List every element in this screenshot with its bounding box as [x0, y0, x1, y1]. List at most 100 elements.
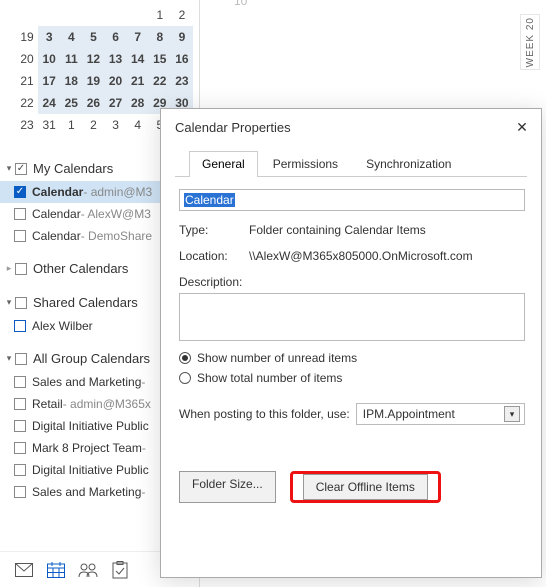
calendar-checkbox[interactable]: [14, 320, 26, 332]
day-cell[interactable]: 3: [105, 114, 127, 136]
clear-offline-items-button[interactable]: Clear Offline Items: [303, 474, 428, 500]
radio-icon: [179, 352, 191, 364]
chevron-down-icon: ▾: [504, 406, 520, 422]
tasks-icon[interactable]: [104, 556, 136, 584]
day-cell[interactable]: 25: [60, 92, 82, 114]
tab-permissions[interactable]: Permissions: [260, 151, 351, 177]
day-cell[interactable]: 11: [60, 48, 82, 70]
day-cell[interactable]: 1: [149, 4, 171, 26]
day-cell[interactable]: 14: [127, 48, 149, 70]
location-value: \\AlexW@M365x805000.OnMicrosoft.com: [249, 249, 525, 263]
group-label: Shared Calendars: [33, 295, 138, 310]
calendar-checkbox[interactable]: [14, 230, 26, 242]
folder-size-button[interactable]: Folder Size...: [179, 471, 276, 503]
day-cell[interactable]: [127, 4, 149, 26]
calendar-label: Sales and Marketing: [32, 485, 141, 499]
day-label: 10: [234, 0, 247, 8]
calendar-suffix: -: [142, 441, 146, 455]
week-number: [16, 4, 38, 26]
group-checkbox[interactable]: [15, 163, 27, 175]
day-cell[interactable]: 27: [105, 92, 127, 114]
day-cell[interactable]: 7: [127, 26, 149, 48]
week-number: 22: [16, 92, 38, 114]
calendar-label: Retail: [32, 397, 63, 411]
day-cell[interactable]: 24: [38, 92, 60, 114]
day-cell[interactable]: 3: [38, 26, 60, 48]
day-cell[interactable]: 26: [82, 92, 104, 114]
calendar-checkbox[interactable]: [14, 186, 26, 198]
calendar-suffix: - AlexW@M3: [81, 207, 151, 221]
day-cell[interactable]: 16: [171, 48, 193, 70]
calendar-checkbox[interactable]: [14, 208, 26, 220]
calendar-checkbox[interactable]: [14, 464, 26, 476]
calendar-icon[interactable]: [40, 556, 72, 584]
day-cell[interactable]: 23: [171, 70, 193, 92]
tab-general[interactable]: General: [189, 151, 258, 177]
radio-label: Show number of unread items: [197, 351, 357, 365]
day-cell[interactable]: 22: [149, 70, 171, 92]
day-cell[interactable]: 1: [60, 114, 82, 136]
day-cell[interactable]: 18: [60, 70, 82, 92]
type-value: Folder containing Calendar Items: [249, 223, 525, 237]
calendar-suffix: - admin@M365x: [63, 397, 151, 411]
radio-unread[interactable]: Show number of unread items: [179, 341, 525, 365]
day-cell[interactable]: 20: [105, 70, 127, 92]
day-cell[interactable]: [38, 4, 60, 26]
calendar-label: Sales and Marketing: [32, 375, 141, 389]
day-cell[interactable]: 5: [82, 26, 104, 48]
day-cell[interactable]: 28: [127, 92, 149, 114]
calendar-suffix: - admin@M3: [83, 185, 152, 199]
calendar-label: Alex Wilber: [32, 319, 93, 333]
calendar-checkbox[interactable]: [14, 486, 26, 498]
week-number: 19: [16, 26, 38, 48]
type-label: Type:: [179, 223, 249, 237]
calendar-checkbox[interactable]: [14, 398, 26, 410]
calendar-checkbox[interactable]: [14, 376, 26, 388]
folder-name-input[interactable]: Calendar: [179, 189, 525, 211]
day-cell[interactable]: 13: [105, 48, 127, 70]
posting-label: When posting to this folder, use:: [179, 407, 350, 421]
day-cell[interactable]: 2: [82, 114, 104, 136]
group-checkbox[interactable]: [15, 297, 27, 309]
day-cell[interactable]: 6: [105, 26, 127, 48]
day-cell[interactable]: 4: [127, 114, 149, 136]
people-icon[interactable]: [72, 556, 104, 584]
day-cell[interactable]: [82, 4, 104, 26]
posting-value: IPM.Appointment: [363, 407, 455, 421]
calendar-checkbox[interactable]: [14, 420, 26, 432]
day-cell[interactable]: 9: [171, 26, 193, 48]
calendar-suffix: - DemoShare: [81, 229, 152, 243]
day-cell[interactable]: 4: [60, 26, 82, 48]
day-cell[interactable]: 19: [82, 70, 104, 92]
day-cell[interactable]: 8: [149, 26, 171, 48]
day-cell[interactable]: 10: [38, 48, 60, 70]
group-checkbox[interactable]: [15, 263, 27, 275]
day-cell[interactable]: 12: [82, 48, 104, 70]
calendar-properties-dialog: Calendar Properties ✕ General Permission…: [160, 108, 542, 578]
dialog-title: Calendar Properties: [175, 120, 291, 135]
day-cell[interactable]: [60, 4, 82, 26]
day-cell[interactable]: 17: [38, 70, 60, 92]
calendar-label: Mark 8 Project Team: [32, 441, 142, 455]
day-cell[interactable]: 21: [127, 70, 149, 92]
group-label: Other Calendars: [33, 261, 128, 276]
posting-select[interactable]: IPM.Appointment ▾: [356, 403, 525, 425]
day-cell[interactable]: 31: [38, 114, 60, 136]
week-number: 20: [16, 48, 38, 70]
tab-synchronization[interactable]: Synchronization: [353, 151, 464, 177]
calendar-checkbox[interactable]: [14, 442, 26, 454]
week-strip[interactable]: WEEK 20: [520, 14, 540, 70]
location-label: Location:: [179, 249, 249, 263]
radio-total[interactable]: Show total number of items: [179, 365, 525, 385]
group-checkbox[interactable]: [15, 353, 27, 365]
mail-icon[interactable]: [8, 556, 40, 584]
week-label: WEEK 20: [525, 17, 536, 67]
day-cell[interactable]: [105, 4, 127, 26]
day-cell[interactable]: 15: [149, 48, 171, 70]
close-icon[interactable]: ✕: [511, 119, 533, 136]
radio-icon: [179, 372, 191, 384]
description-input[interactable]: [179, 293, 525, 341]
calendar-label: Digital Initiative Public: [32, 419, 149, 433]
calendar-label: Calendar: [32, 229, 81, 243]
day-cell[interactable]: 2: [171, 4, 193, 26]
